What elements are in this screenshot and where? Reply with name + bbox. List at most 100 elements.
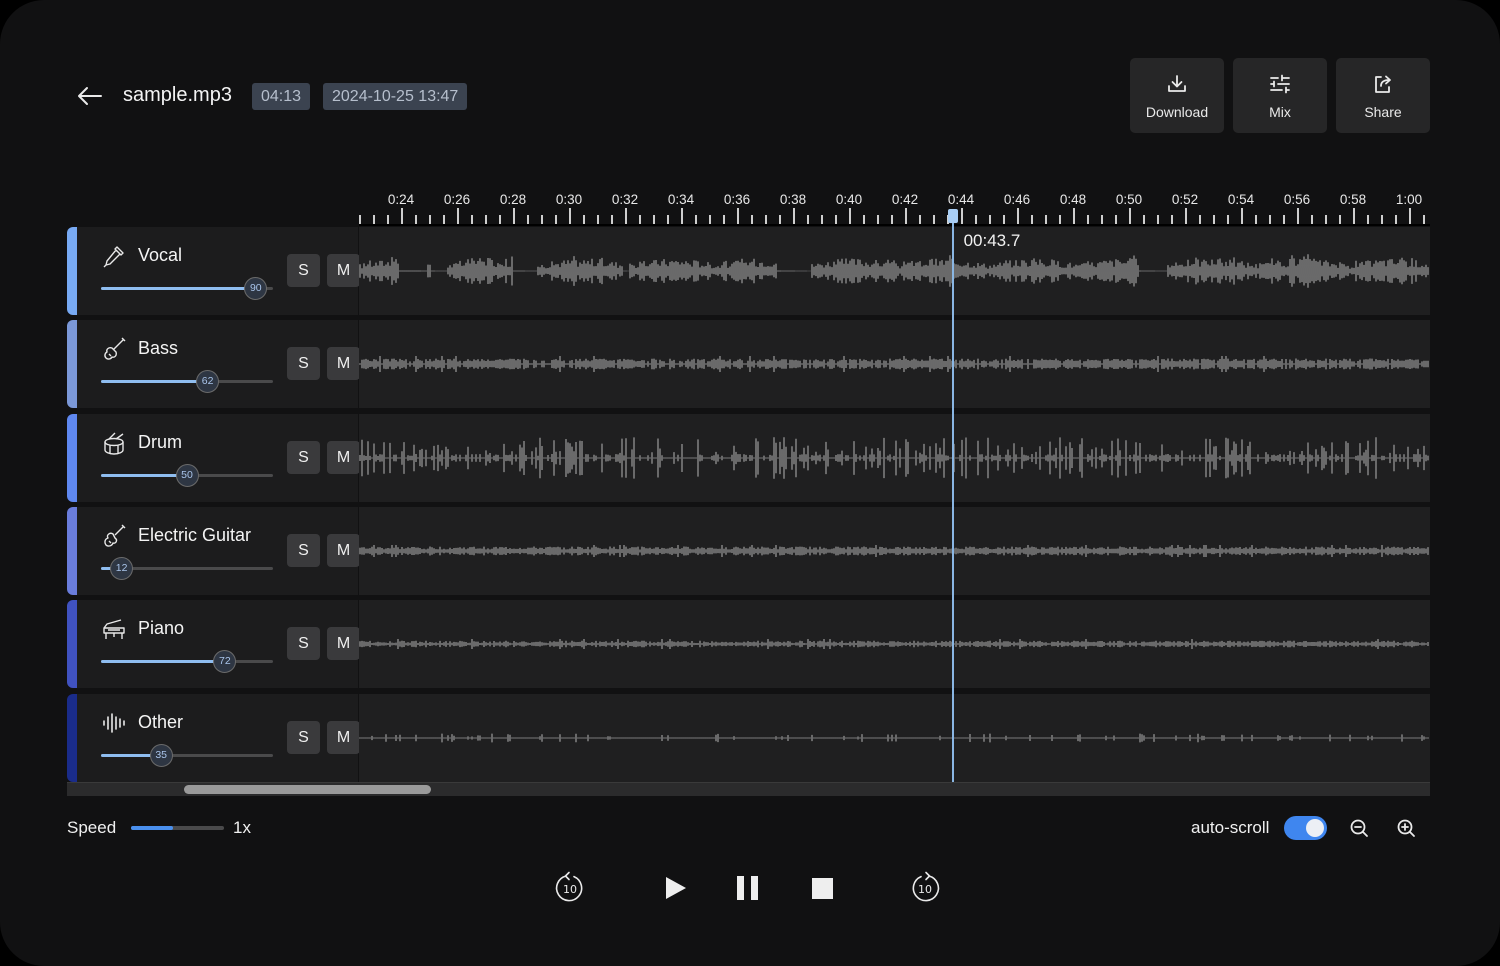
track-waveform[interactable] [359, 694, 1430, 782]
track-controls: Bass 62 S M [77, 320, 360, 408]
solo-button[interactable]: S [287, 441, 320, 474]
volume-knob[interactable]: 62 [196, 370, 220, 393]
microphone-icon [103, 246, 124, 268]
major-tick [1241, 208, 1243, 224]
volume-slider[interactable]: 90 [101, 277, 273, 300]
mute-button[interactable]: M [327, 627, 360, 660]
solo-button[interactable]: S [287, 721, 320, 754]
volume-slider[interactable]: 12 [101, 557, 273, 580]
major-tick [905, 208, 907, 224]
minor-tick [1367, 215, 1369, 224]
forward-seconds: 10 [918, 883, 932, 896]
electric-guitar-icon [104, 524, 126, 547]
solo-button[interactable]: S [287, 347, 320, 380]
mute-button[interactable]: M [327, 347, 360, 380]
minor-tick [1115, 215, 1117, 224]
track-waveform[interactable] [359, 320, 1430, 408]
track-waveform[interactable] [359, 600, 1430, 688]
mix-label: Mix [1269, 104, 1291, 120]
zoom-out-icon [1350, 819, 1368, 837]
time-label: 0:28 [499, 192, 527, 207]
track-color-bar [67, 320, 77, 408]
major-tick [849, 208, 851, 224]
pause-button[interactable] [730, 870, 766, 906]
minor-tick [835, 215, 837, 224]
minor-tick [1255, 215, 1257, 224]
minor-tick [1213, 215, 1215, 224]
volume-slider[interactable]: 35 [101, 744, 273, 767]
minor-tick [821, 215, 823, 224]
volume-slider-fill [101, 287, 256, 290]
minor-tick [1101, 215, 1103, 224]
volume-slider-fill [101, 660, 225, 663]
track-row: Other 35 S M [67, 694, 1430, 782]
track-controls: Drum 50 S M [77, 414, 360, 502]
track-waveform[interactable] [359, 227, 1430, 315]
minor-tick [1311, 215, 1313, 224]
download-icon [1168, 75, 1186, 92]
zoom-out-button[interactable] [1348, 817, 1370, 839]
volume-slider[interactable]: 72 [101, 650, 273, 673]
major-tick [793, 208, 795, 224]
stop-button[interactable] [805, 870, 841, 906]
major-tick [1129, 208, 1131, 224]
back-button[interactable] [74, 82, 106, 110]
mute-button[interactable]: M [327, 441, 360, 474]
minor-tick [989, 215, 991, 224]
minor-tick [485, 215, 487, 224]
volume-knob[interactable]: 35 [149, 744, 173, 767]
volume-knob[interactable]: 72 [213, 650, 237, 673]
solo-button[interactable]: S [287, 627, 320, 660]
minor-tick [1381, 215, 1383, 224]
major-tick [401, 208, 403, 224]
volume-knob[interactable]: 90 [244, 277, 268, 300]
track-color-bar [67, 694, 77, 782]
autoscroll-toggle[interactable] [1284, 816, 1327, 840]
volume-slider[interactable]: 50 [101, 464, 273, 487]
time-label: 0:42 [891, 192, 919, 207]
major-tick [1017, 208, 1019, 224]
track-waveform[interactable] [359, 414, 1430, 502]
download-button[interactable]: Download [1130, 58, 1224, 133]
minor-tick [1143, 215, 1145, 224]
scrollbar-thumb[interactable] [184, 785, 431, 794]
mute-button[interactable]: M [327, 721, 360, 754]
zoom-in-button[interactable] [1395, 817, 1417, 839]
minor-tick [933, 215, 935, 224]
rewind-10-button[interactable]: 10 [552, 870, 588, 906]
volume-slider-fill [101, 474, 187, 477]
mute-button[interactable]: M [327, 534, 360, 567]
volume-slider-fill [101, 380, 208, 383]
share-button[interactable]: Share [1336, 58, 1430, 133]
share-label: Share [1364, 104, 1402, 120]
minor-tick [387, 215, 389, 224]
track-color-bar [67, 507, 77, 595]
solo-button[interactable]: S [287, 534, 320, 567]
timeline-ruler[interactable]: 0:24 0:26 0:28 0:30 0:32 0:34 0:36 0:38 0:40 0:42… [359, 186, 1430, 226]
track-waveform[interactable] [359, 507, 1430, 595]
minor-tick [639, 215, 641, 224]
horizontal-scrollbar[interactable] [67, 782, 1430, 796]
mix-button[interactable]: Mix [1233, 58, 1327, 133]
volume-slider[interactable]: 62 [101, 370, 273, 393]
volume-knob[interactable]: 12 [110, 557, 134, 580]
speed-slider[interactable] [131, 826, 224, 830]
forward-10-button[interactable]: 10 [907, 870, 943, 906]
minor-tick [1171, 215, 1173, 224]
playhead-line[interactable] [951, 218, 954, 784]
solo-button[interactable]: S [287, 254, 320, 287]
volume-knob[interactable]: 50 [175, 464, 199, 487]
ruler-baseline [359, 224, 1430, 226]
time-label: 0:26 [443, 192, 471, 207]
major-tick [625, 208, 627, 224]
track-name: Vocal [138, 245, 183, 265]
forward-10-icon: 10 [912, 871, 940, 902]
mute-button[interactable]: M [327, 254, 360, 287]
track-row: Drum 50 S M [67, 414, 1430, 502]
play-button[interactable] [657, 870, 693, 906]
track-color-bar [67, 227, 77, 315]
playhead-handle[interactable] [947, 209, 958, 223]
minor-tick [1395, 215, 1397, 224]
track-controls: Electric Guitar 12 S M [77, 507, 360, 595]
track-row: Electric Guitar 12 S M [67, 507, 1430, 595]
